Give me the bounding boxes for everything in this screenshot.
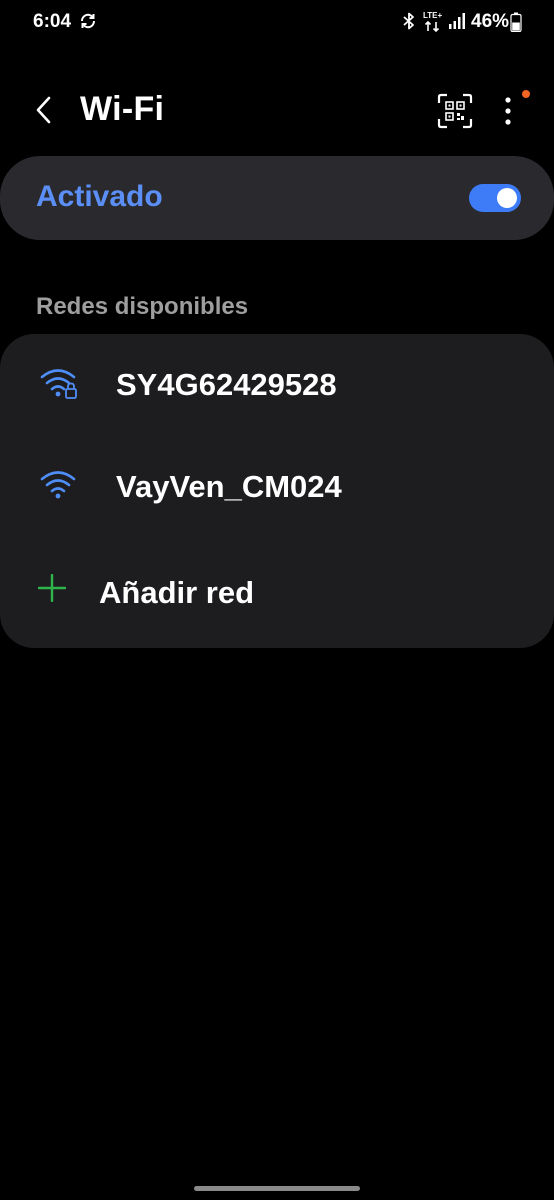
- network-name: VayVen_CM024: [116, 469, 342, 504]
- status-time: 6:04: [33, 11, 72, 32]
- wifi-locked-icon: [40, 369, 77, 399]
- add-network-button[interactable]: Añadir red: [0, 542, 554, 642]
- home-indicator[interactable]: [194, 1186, 360, 1191]
- more-options-icon[interactable]: [494, 92, 522, 130]
- networks-list: SY4G62429528 VayVen_CM024 Añadir red: [0, 334, 554, 648]
- network-item[interactable]: VayVen_CM024: [0, 436, 554, 536]
- wifi-toggle-row[interactable]: Activado: [0, 156, 554, 240]
- signal-icon: [449, 13, 465, 29]
- switch-knob: [497, 188, 517, 208]
- section-label-available-networks: Redes disponibles: [36, 293, 249, 320]
- page-title: Wi-Fi: [80, 90, 165, 128]
- battery-level: 46%: [471, 11, 510, 32]
- app-header: Wi-Fi: [0, 78, 554, 144]
- battery-icon: [510, 12, 522, 32]
- status-bar: 6:04 LTE+ 46%: [0, 0, 554, 44]
- network-name: SY4G62429528: [116, 367, 337, 402]
- bluetooth-icon: [403, 12, 414, 30]
- plus-icon: [38, 574, 66, 602]
- wifi-icon: [40, 471, 76, 499]
- network-type-label: LTE+: [423, 11, 443, 20]
- sync-icon: [80, 13, 96, 29]
- qr-code-icon[interactable]: [436, 92, 474, 130]
- wifi-toggle-label: Activado: [36, 180, 163, 213]
- add-network-label: Añadir red: [99, 575, 255, 610]
- mobile-data-icon: LTE+: [423, 11, 443, 32]
- notification-dot: [522, 90, 530, 98]
- network-item[interactable]: SY4G62429528: [0, 334, 554, 434]
- wifi-switch[interactable]: [469, 184, 521, 212]
- back-button[interactable]: [26, 92, 62, 128]
